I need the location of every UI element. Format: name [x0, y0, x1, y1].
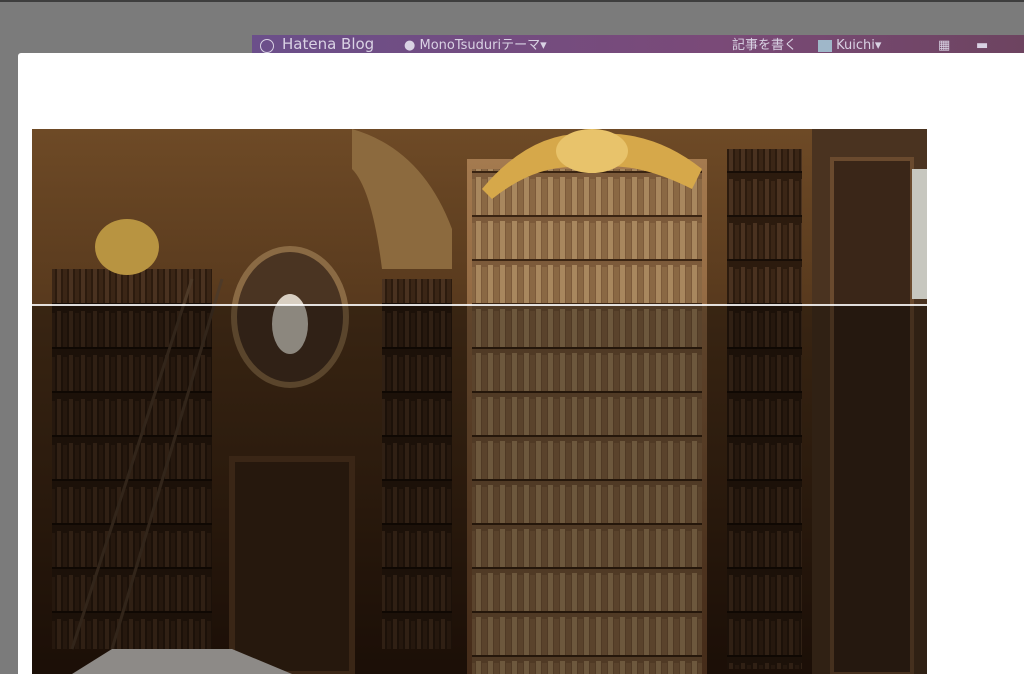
hatena-toolbar: Hatena Blog ● MonoTsuduriテーマ▾ 記事を書く Kuic… [252, 35, 1024, 53]
library-photo-image [32, 129, 927, 674]
chevron-down-icon: ▾ [540, 38, 547, 53]
blog-name-link[interactable]: ● MonoTsuduriテーマ▾ [404, 39, 547, 53]
pin-icon: ● [404, 38, 416, 53]
chevron-down-icon: ▾ [874, 38, 882, 53]
window-top-edge [0, 0, 1024, 2]
library-photo[interactable] [32, 129, 927, 674]
brand-link[interactable]: Hatena Blog [282, 37, 374, 52]
hatena-logo-icon [260, 39, 274, 53]
photo-seam [32, 304, 927, 306]
write-article-button[interactable]: 記事を書く [732, 39, 797, 53]
menu-icon[interactable]: ▬ [976, 39, 988, 53]
apps-grid-icon[interactable]: ▦ [938, 39, 950, 53]
avatar [818, 39, 832, 52]
user-menu[interactable]: Kuichi▾ [818, 39, 881, 53]
